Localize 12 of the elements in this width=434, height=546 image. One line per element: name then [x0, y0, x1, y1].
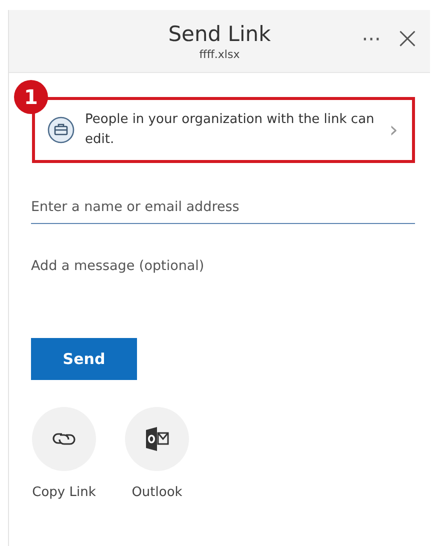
message-field[interactable]: Add a message (optional)	[31, 250, 415, 282]
briefcase-icon	[47, 116, 75, 144]
close-button[interactable]: ×	[394, 24, 420, 54]
option-label: Copy Link	[32, 485, 96, 500]
option-label: Outlook	[132, 485, 182, 500]
window-title: Send Link	[168, 22, 271, 46]
send-button[interactable]: Send	[31, 338, 137, 380]
recipient-field[interactable]: Enter a name or email address	[31, 191, 415, 223]
outlook-icon	[143, 425, 171, 453]
step-badge: 1	[14, 80, 48, 114]
more-button[interactable]: ···	[362, 27, 381, 51]
file-name: ffff.xlsx	[199, 48, 240, 60]
